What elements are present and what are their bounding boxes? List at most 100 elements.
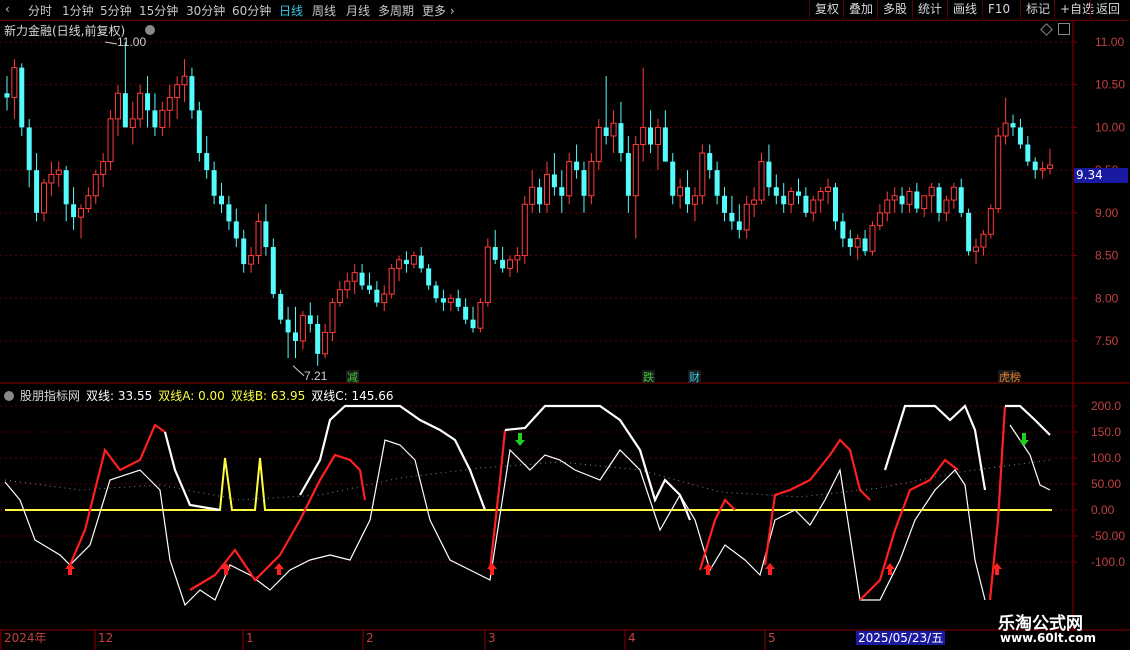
- candle-body: [840, 221, 846, 239]
- candle-body: [884, 199, 891, 214]
- candle-body: [559, 187, 565, 196]
- candle-body: [315, 323, 321, 354]
- candle-body: [936, 187, 942, 213]
- candle-body: [85, 195, 92, 210]
- candle-body: [966, 212, 972, 252]
- indicator-header: 股朋指标网 双线: 33.55 双线A: 0.00 双线B: 63.95 双线C: 14…: [4, 387, 406, 404]
- candle-body: [514, 255, 521, 261]
- candle-body: [470, 319, 476, 329]
- line-B-white-1: [163, 431, 221, 512]
- candle-body: [980, 233, 987, 248]
- candle-body: [189, 76, 195, 111]
- indicator-y-label: 200.0: [1091, 399, 1121, 413]
- candle-body: [71, 204, 77, 218]
- candle-body: [129, 118, 136, 128]
- candle-body: [447, 297, 454, 304]
- sell-arrow-icon: [1019, 433, 1029, 446]
- candle-body: [817, 191, 824, 201]
- buy-arrow-icon: [65, 563, 75, 575]
- candle-body: [795, 191, 801, 196]
- indicator-y-label: 150.0: [1091, 425, 1121, 439]
- candle-body: [574, 161, 580, 171]
- event-label: 减: [347, 371, 358, 384]
- candle-body: [654, 126, 661, 146]
- candle-body: [662, 127, 668, 162]
- candle-body: [625, 153, 631, 196]
- candle-body: [773, 187, 779, 196]
- candle-body: [507, 259, 514, 269]
- candle-body: [928, 186, 935, 197]
- candle-body: [77, 208, 84, 218]
- candle-body: [1017, 127, 1023, 145]
- candle-body: [492, 247, 498, 260]
- y-tick-label: 10.50: [1095, 78, 1125, 92]
- candle-body: [63, 170, 69, 205]
- candle-body: [551, 174, 557, 188]
- candle-body: [329, 302, 336, 333]
- candle-body: [107, 118, 114, 163]
- candle-body: [196, 110, 202, 154]
- candle-body: [248, 255, 255, 265]
- candle-body: [455, 298, 461, 307]
- candle-body: [648, 127, 654, 145]
- candle-body: [736, 221, 742, 230]
- candle-body: [1039, 167, 1046, 171]
- candle-body: [869, 225, 876, 252]
- line-B-white-5: [1005, 404, 1051, 436]
- indicator-value-1: 双线A: 0.00: [158, 389, 225, 403]
- candle-body: [152, 110, 158, 128]
- candle-body: [543, 173, 550, 205]
- candle-body: [691, 195, 698, 205]
- candle-body: [832, 187, 838, 222]
- x-axis-label: 5: [768, 631, 776, 645]
- candle-body: [714, 170, 720, 196]
- candle-body: [707, 153, 713, 171]
- candle-body: [388, 267, 395, 295]
- candle-body: [204, 153, 210, 171]
- line-B-red-5: [763, 438, 871, 566]
- event-label: 跌: [643, 370, 654, 384]
- indicator-value-2: 双线B: 63.95: [230, 389, 306, 403]
- candle-body: [973, 246, 980, 252]
- candle-body: [899, 195, 905, 205]
- y-tick-label: 11.00: [1095, 35, 1124, 49]
- candle-body: [263, 221, 269, 248]
- kline-chart[interactable]: 11.0010.5010.009.509.008.508.007.5011.00…: [0, 0, 1130, 650]
- candle-body: [500, 259, 506, 269]
- indicator-value-3: 双线C: 145.66: [311, 389, 394, 403]
- current-price-tag: 9.34: [1074, 168, 1128, 183]
- candle-body: [137, 92, 144, 120]
- candle-body: [788, 191, 795, 205]
- candle-body: [632, 144, 639, 197]
- candle-body: [825, 186, 832, 193]
- candle-body: [537, 187, 543, 205]
- y-tick-label: 8.50: [1095, 249, 1119, 263]
- candle-body: [521, 203, 528, 257]
- candle-body: [876, 212, 883, 227]
- candle-body: [640, 126, 647, 146]
- candle-body: [241, 238, 247, 265]
- candle-body: [374, 289, 380, 303]
- candle-body: [410, 255, 417, 265]
- candle-body: [351, 272, 358, 282]
- candle-body: [958, 187, 964, 213]
- buy-arrow-icon: [765, 563, 775, 575]
- candle-body: [211, 170, 217, 196]
- indicator-name: 股朋指标网: [20, 389, 81, 403]
- indicator-y-label: -100.0: [1091, 555, 1125, 569]
- sell-arrow-icon: [515, 433, 525, 446]
- candle-body: [781, 195, 787, 205]
- candle-body: [810, 199, 817, 214]
- candle-body: [566, 161, 573, 197]
- watermark-url: www.60lt.com: [1000, 631, 1097, 645]
- candle-body: [862, 238, 868, 252]
- candle-body: [34, 170, 40, 213]
- indicator-gear-icon[interactable]: [4, 391, 14, 401]
- candle-body: [477, 302, 484, 329]
- candle-body: [758, 161, 765, 201]
- event-label: 财: [689, 370, 700, 384]
- candle-body: [803, 195, 809, 213]
- candle-body: [729, 212, 735, 222]
- candle-body: [270, 247, 276, 295]
- candle-body: [92, 173, 99, 197]
